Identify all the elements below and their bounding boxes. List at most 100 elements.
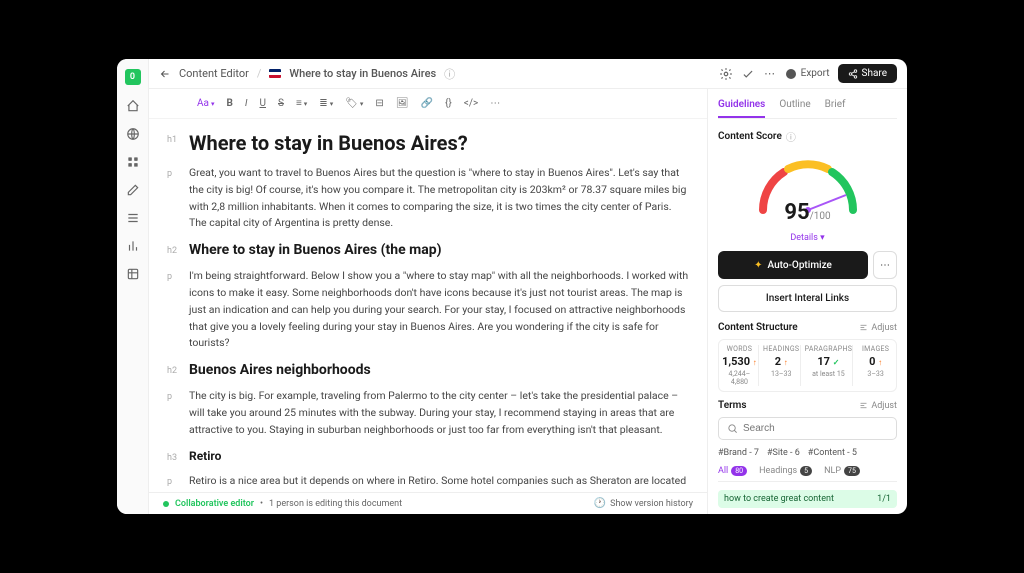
tag-brand[interactable]: #Brand - 7 [718, 448, 759, 458]
block-content[interactable]: I'm being straightforward. Below I show … [189, 268, 689, 352]
terms-search-input[interactable] [743, 423, 888, 434]
editor-block[interactable]: pThe city is big. For example, traveling… [167, 388, 689, 438]
apps-icon[interactable] [126, 155, 140, 169]
adjust-terms-button[interactable]: Adjust [859, 401, 897, 411]
embed-button[interactable]: </> [464, 98, 478, 109]
stat-headings: HEADINGS2 ↑13–33 [763, 345, 801, 386]
table-icon[interactable] [126, 267, 140, 281]
tab-guidelines[interactable]: Guidelines [718, 99, 765, 118]
auto-optimize-more-button[interactable]: ⋯ [873, 251, 897, 279]
settings-icon[interactable] [719, 67, 733, 81]
toolbar-more-button[interactable]: ⋯ [490, 98, 500, 109]
main-area: Content Editor / Where to stay in Buenos… [149, 59, 907, 514]
stat-words: WORDS1,530 ↑4,244–4,880 [721, 345, 759, 386]
flag-icon [269, 69, 281, 78]
block-content[interactable]: Where to stay in Buenos Aires? [189, 131, 468, 155]
align-button[interactable]: ≡ ▾ [296, 98, 307, 109]
content-structure-label: Content Structure [718, 322, 798, 333]
italic-button[interactable]: I [245, 98, 248, 109]
block-content[interactable]: Retiro is a nice area but it depends on … [189, 473, 689, 492]
editor-block[interactable]: h3Retiro [167, 449, 689, 463]
tab-outline[interactable]: Outline [779, 99, 810, 118]
term-tags: #Brand - 7 #Site - 6 #Content - 5 [718, 448, 897, 458]
check-icon[interactable] [741, 67, 755, 81]
editor-block[interactable]: pI'm being straightforward. Below I show… [167, 268, 689, 352]
breadcrumb-section[interactable]: Content Editor [179, 67, 249, 80]
export-button[interactable]: Export [785, 68, 830, 80]
stat-images: IMAGES0 ↑3–33 [857, 345, 894, 386]
term-chip[interactable]: how to create great content1/1 [718, 490, 897, 508]
chart-icon[interactable] [126, 239, 140, 253]
editing-status: 1 person is editing this document [269, 499, 402, 509]
list-button[interactable]: ≣ ▾ [319, 98, 333, 109]
font-button[interactable]: Aa ▾ [197, 98, 214, 109]
block-content[interactable]: The city is big. For example, traveling … [189, 388, 689, 438]
block-tag: h2 [167, 362, 189, 378]
more-icon[interactable]: ⋯ [763, 67, 777, 81]
link-button[interactable]: 🔗 [421, 98, 433, 109]
block-tag: h2 [167, 242, 189, 258]
workspace-badge[interactable]: 0 [125, 69, 141, 85]
block-tag: h3 [167, 449, 189, 463]
editor-block[interactable]: h1Where to stay in Buenos Aires? [167, 131, 689, 155]
score-value: 95/100 [784, 200, 830, 225]
topbar: Content Editor / Where to stay in Buenos… [149, 59, 907, 89]
terms-search[interactable] [718, 417, 897, 440]
panel-tabs: Guidelines Outline Brief [718, 99, 897, 119]
right-panel: Guidelines Outline Brief Content Score ⓘ… [707, 89, 907, 514]
breadcrumb-separator: / [257, 67, 262, 80]
list-icon[interactable] [126, 211, 140, 225]
terms-label: Terms [718, 400, 747, 411]
details-link[interactable]: Details ▾ [718, 233, 897, 243]
block-content[interactable]: Buenos Aires neighborhoods [189, 362, 371, 378]
subtab-nlp[interactable]: NLP 75 [824, 466, 860, 476]
underline-button[interactable]: U [260, 98, 266, 109]
code-button[interactable]: {} [445, 98, 452, 109]
term-subtabs: All 80 Headings 5 NLP 75 [718, 466, 897, 482]
block-content[interactable]: Retiro [189, 449, 221, 463]
image-button[interactable]: 🖼 [396, 98, 409, 109]
editor: Aa ▾ B I U S ≡ ▾ ≣ ▾ 🏷 ▾ ⊟ 🖼 🔗 {} </> ⋯ … [149, 89, 707, 514]
insert-links-button[interactable]: Insert Interal Links [718, 285, 897, 312]
editor-block[interactable]: pGreat, you want to travel to Buenos Air… [167, 165, 689, 232]
editor-body[interactable]: h1Where to stay in Buenos Aires?pGreat, … [149, 119, 707, 492]
search-icon [727, 423, 738, 434]
globe-icon[interactable] [126, 127, 140, 141]
edit-icon[interactable] [126, 183, 140, 197]
adjust-structure-button[interactable]: Adjust [859, 323, 897, 333]
app-window: 0 Content Editor / Where to stay in Buen… [117, 59, 907, 514]
format-toolbar: Aa ▾ B I U S ≡ ▾ ≣ ▾ 🏷 ▾ ⊟ 🖼 🔗 {} </> ⋯ [149, 89, 707, 119]
tag-content[interactable]: #Content - 5 [808, 448, 857, 458]
content-score-label: Content Score ⓘ [718, 129, 897, 144]
stat-paragraphs: PARAGRAPHS17 ✓at least 15 [805, 345, 854, 386]
status-dot-icon [163, 501, 169, 507]
block-content[interactable]: Great, you want to travel to Buenos Aire… [189, 165, 689, 232]
bold-button[interactable]: B [226, 98, 232, 109]
editor-block[interactable]: h2Buenos Aires neighborhoods [167, 362, 689, 378]
subtab-all[interactable]: All 80 [718, 466, 747, 476]
block-content[interactable]: Where to stay in Buenos Aires (the map) [189, 242, 442, 258]
share-button[interactable]: Share [838, 64, 897, 83]
home-icon[interactable] [126, 99, 140, 113]
info-icon[interactable]: ⓘ [444, 66, 455, 82]
statusbar: Collaborative editor • 1 person is editi… [149, 492, 707, 514]
breadcrumb-title[interactable]: Where to stay in Buenos Aires [289, 67, 436, 80]
subtab-headings[interactable]: Headings 5 [759, 466, 812, 476]
quote-button[interactable]: ⊟ [375, 98, 383, 109]
info-icon[interactable]: ⓘ [786, 129, 796, 144]
back-icon[interactable] [159, 68, 171, 80]
editor-block[interactable]: pRetiro is a nice area but it depends on… [167, 473, 689, 492]
version-history-button[interactable]: 🕐Show version history [594, 498, 693, 509]
block-tag: p [167, 268, 189, 352]
block-tag: p [167, 165, 189, 232]
auto-optimize-button[interactable]: ✦Auto-Optimize [718, 251, 868, 279]
stats-grid: WORDS1,530 ↑4,244–4,880 HEADINGS2 ↑13–33… [718, 339, 897, 392]
tag-site[interactable]: #Site - 6 [767, 448, 800, 458]
sparkle-icon: ✦ [754, 260, 762, 271]
strike-button[interactable]: S [278, 98, 284, 109]
editor-block[interactable]: h2Where to stay in Buenos Aires (the map… [167, 242, 689, 258]
tag-button[interactable]: 🏷 ▾ [345, 98, 363, 109]
block-tag: p [167, 388, 189, 438]
block-tag: p [167, 473, 189, 492]
tab-brief[interactable]: Brief [825, 99, 846, 118]
